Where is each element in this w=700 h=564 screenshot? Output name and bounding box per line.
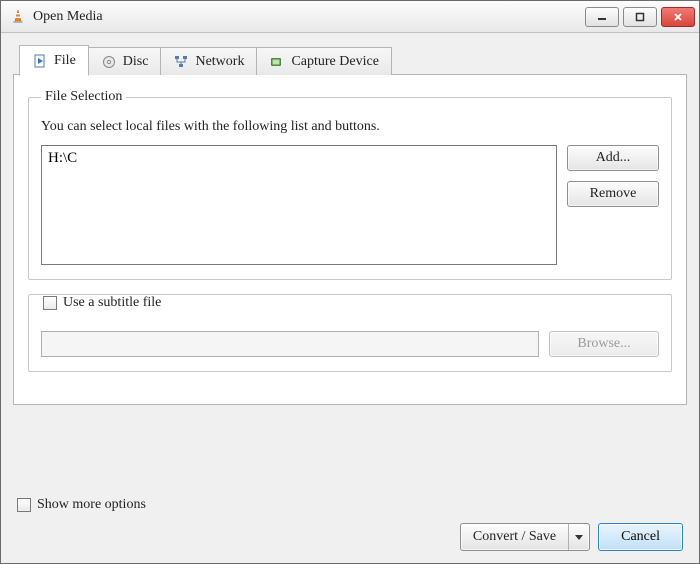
use-subtitle-label: Use a subtitle file bbox=[63, 295, 161, 311]
window-title: Open Media bbox=[33, 9, 103, 25]
window-controls bbox=[585, 7, 695, 27]
tab-network[interactable]: Network bbox=[160, 47, 257, 75]
maximize-button[interactable] bbox=[623, 7, 657, 27]
list-item[interactable]: H:\C bbox=[48, 150, 550, 167]
titlebar: Open Media bbox=[1, 1, 699, 33]
client-area: File Disc Network bbox=[1, 33, 699, 563]
tab-file-label: File bbox=[54, 53, 76, 69]
capture-icon bbox=[269, 54, 285, 70]
file-selection-legend: File Selection bbox=[41, 89, 126, 105]
file-listbox[interactable]: H:\C bbox=[41, 145, 557, 265]
footer: Show more options Convert / Save Cancel bbox=[13, 489, 687, 551]
file-panel: File Selection You can select local file… bbox=[13, 75, 687, 405]
tabstrip: File Disc Network bbox=[13, 43, 687, 75]
remove-button[interactable]: Remove bbox=[567, 181, 659, 207]
browse-subtitle-button[interactable]: Browse... bbox=[549, 331, 659, 357]
close-button[interactable] bbox=[661, 7, 695, 27]
tab-disc-label: Disc bbox=[123, 54, 149, 70]
chevron-down-icon bbox=[575, 533, 583, 541]
use-subtitle-checkbox[interactable] bbox=[43, 296, 57, 310]
tab-file[interactable]: File bbox=[19, 45, 89, 76]
tab-capture-label: Capture Device bbox=[291, 54, 378, 70]
tab-disc[interactable]: Disc bbox=[88, 47, 162, 75]
convert-save-dropdown[interactable] bbox=[569, 524, 589, 550]
convert-save-label: Convert / Save bbox=[461, 524, 569, 550]
file-selection-group: File Selection You can select local file… bbox=[28, 89, 672, 280]
tab-capture[interactable]: Capture Device bbox=[256, 47, 391, 75]
network-icon bbox=[173, 54, 189, 70]
show-more-checkbox[interactable] bbox=[17, 498, 31, 512]
subtitle-group: Use a subtitle file Browse... bbox=[28, 294, 672, 372]
add-button[interactable]: Add... bbox=[567, 145, 659, 171]
file-selection-hint: You can select local files with the foll… bbox=[41, 119, 659, 135]
tab-network-label: Network bbox=[195, 54, 244, 70]
convert-save-button[interactable]: Convert / Save bbox=[460, 523, 590, 551]
show-more-label: Show more options bbox=[37, 497, 146, 513]
cancel-button[interactable]: Cancel bbox=[598, 523, 683, 551]
vlc-app-icon bbox=[9, 8, 27, 26]
open-media-window: Open Media File bbox=[0, 0, 700, 564]
disc-icon bbox=[101, 54, 117, 70]
file-icon bbox=[32, 53, 48, 69]
minimize-button[interactable] bbox=[585, 7, 619, 27]
subtitle-path-field[interactable] bbox=[41, 331, 539, 357]
